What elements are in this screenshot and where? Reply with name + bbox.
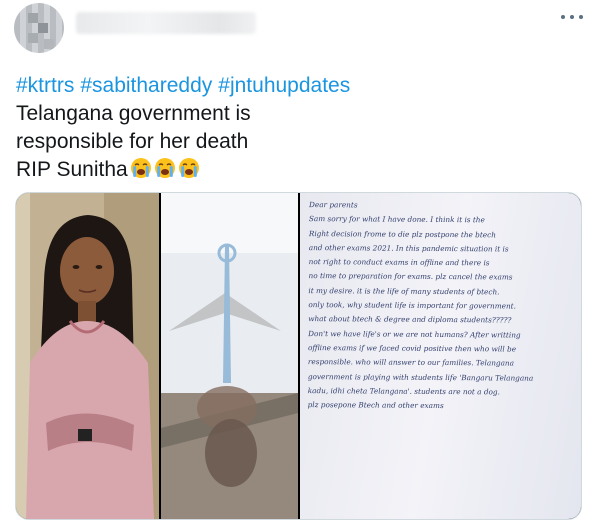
photo-portrait[interactable] bbox=[16, 193, 159, 519]
avatar-blurred[interactable] bbox=[14, 3, 64, 53]
note-line: what about btech & degree and diploma st… bbox=[308, 314, 512, 325]
more-options-icon[interactable] bbox=[561, 8, 583, 26]
hashtag-link[interactable]: #sabithareddy bbox=[80, 74, 212, 97]
note-line: responsible. who will answer to our fami… bbox=[307, 357, 515, 368]
room-illustration bbox=[161, 193, 298, 519]
note-line: no time to preparation for exams. plz ca… bbox=[308, 271, 513, 282]
note-line: Sam sorry for what I have done. I think … bbox=[308, 214, 485, 225]
tweet-text: #ktrtrs #sabithareddy #jntuhupdates Telang… bbox=[16, 72, 576, 184]
photo-room[interactable] bbox=[161, 193, 298, 519]
tweet-line: responsible for her death bbox=[16, 130, 249, 153]
note-line: plz posepone Btech and other exams bbox=[307, 400, 444, 411]
hashtag-link[interactable]: #jntuhupdates bbox=[218, 74, 350, 97]
hashtag-link[interactable]: #ktrtrs bbox=[16, 74, 74, 97]
media-grid[interactable]: Dear parents Sam sorry for what I have d… bbox=[15, 192, 582, 520]
author-name-blurred[interactable] bbox=[76, 12, 256, 34]
crying-face-icon bbox=[178, 158, 199, 178]
crying-face-icon bbox=[154, 158, 175, 178]
handwritten-note-text: Dear parents Sam sorry for what I have d… bbox=[307, 198, 577, 512]
tweet-line: Telangana government is bbox=[16, 102, 251, 125]
tweet-line-text: RIP Sunitha bbox=[16, 158, 128, 181]
tweet-line-rip: RIP Sunitha bbox=[16, 156, 576, 184]
portrait-illustration bbox=[16, 193, 159, 519]
tweet: #ktrtrs #sabithareddy #jntuhupdates Telang… bbox=[0, 0, 597, 529]
crying-face-icon bbox=[130, 158, 151, 178]
hashtag-row: #ktrtrs #sabithareddy #jntuhupdates bbox=[16, 72, 576, 100]
